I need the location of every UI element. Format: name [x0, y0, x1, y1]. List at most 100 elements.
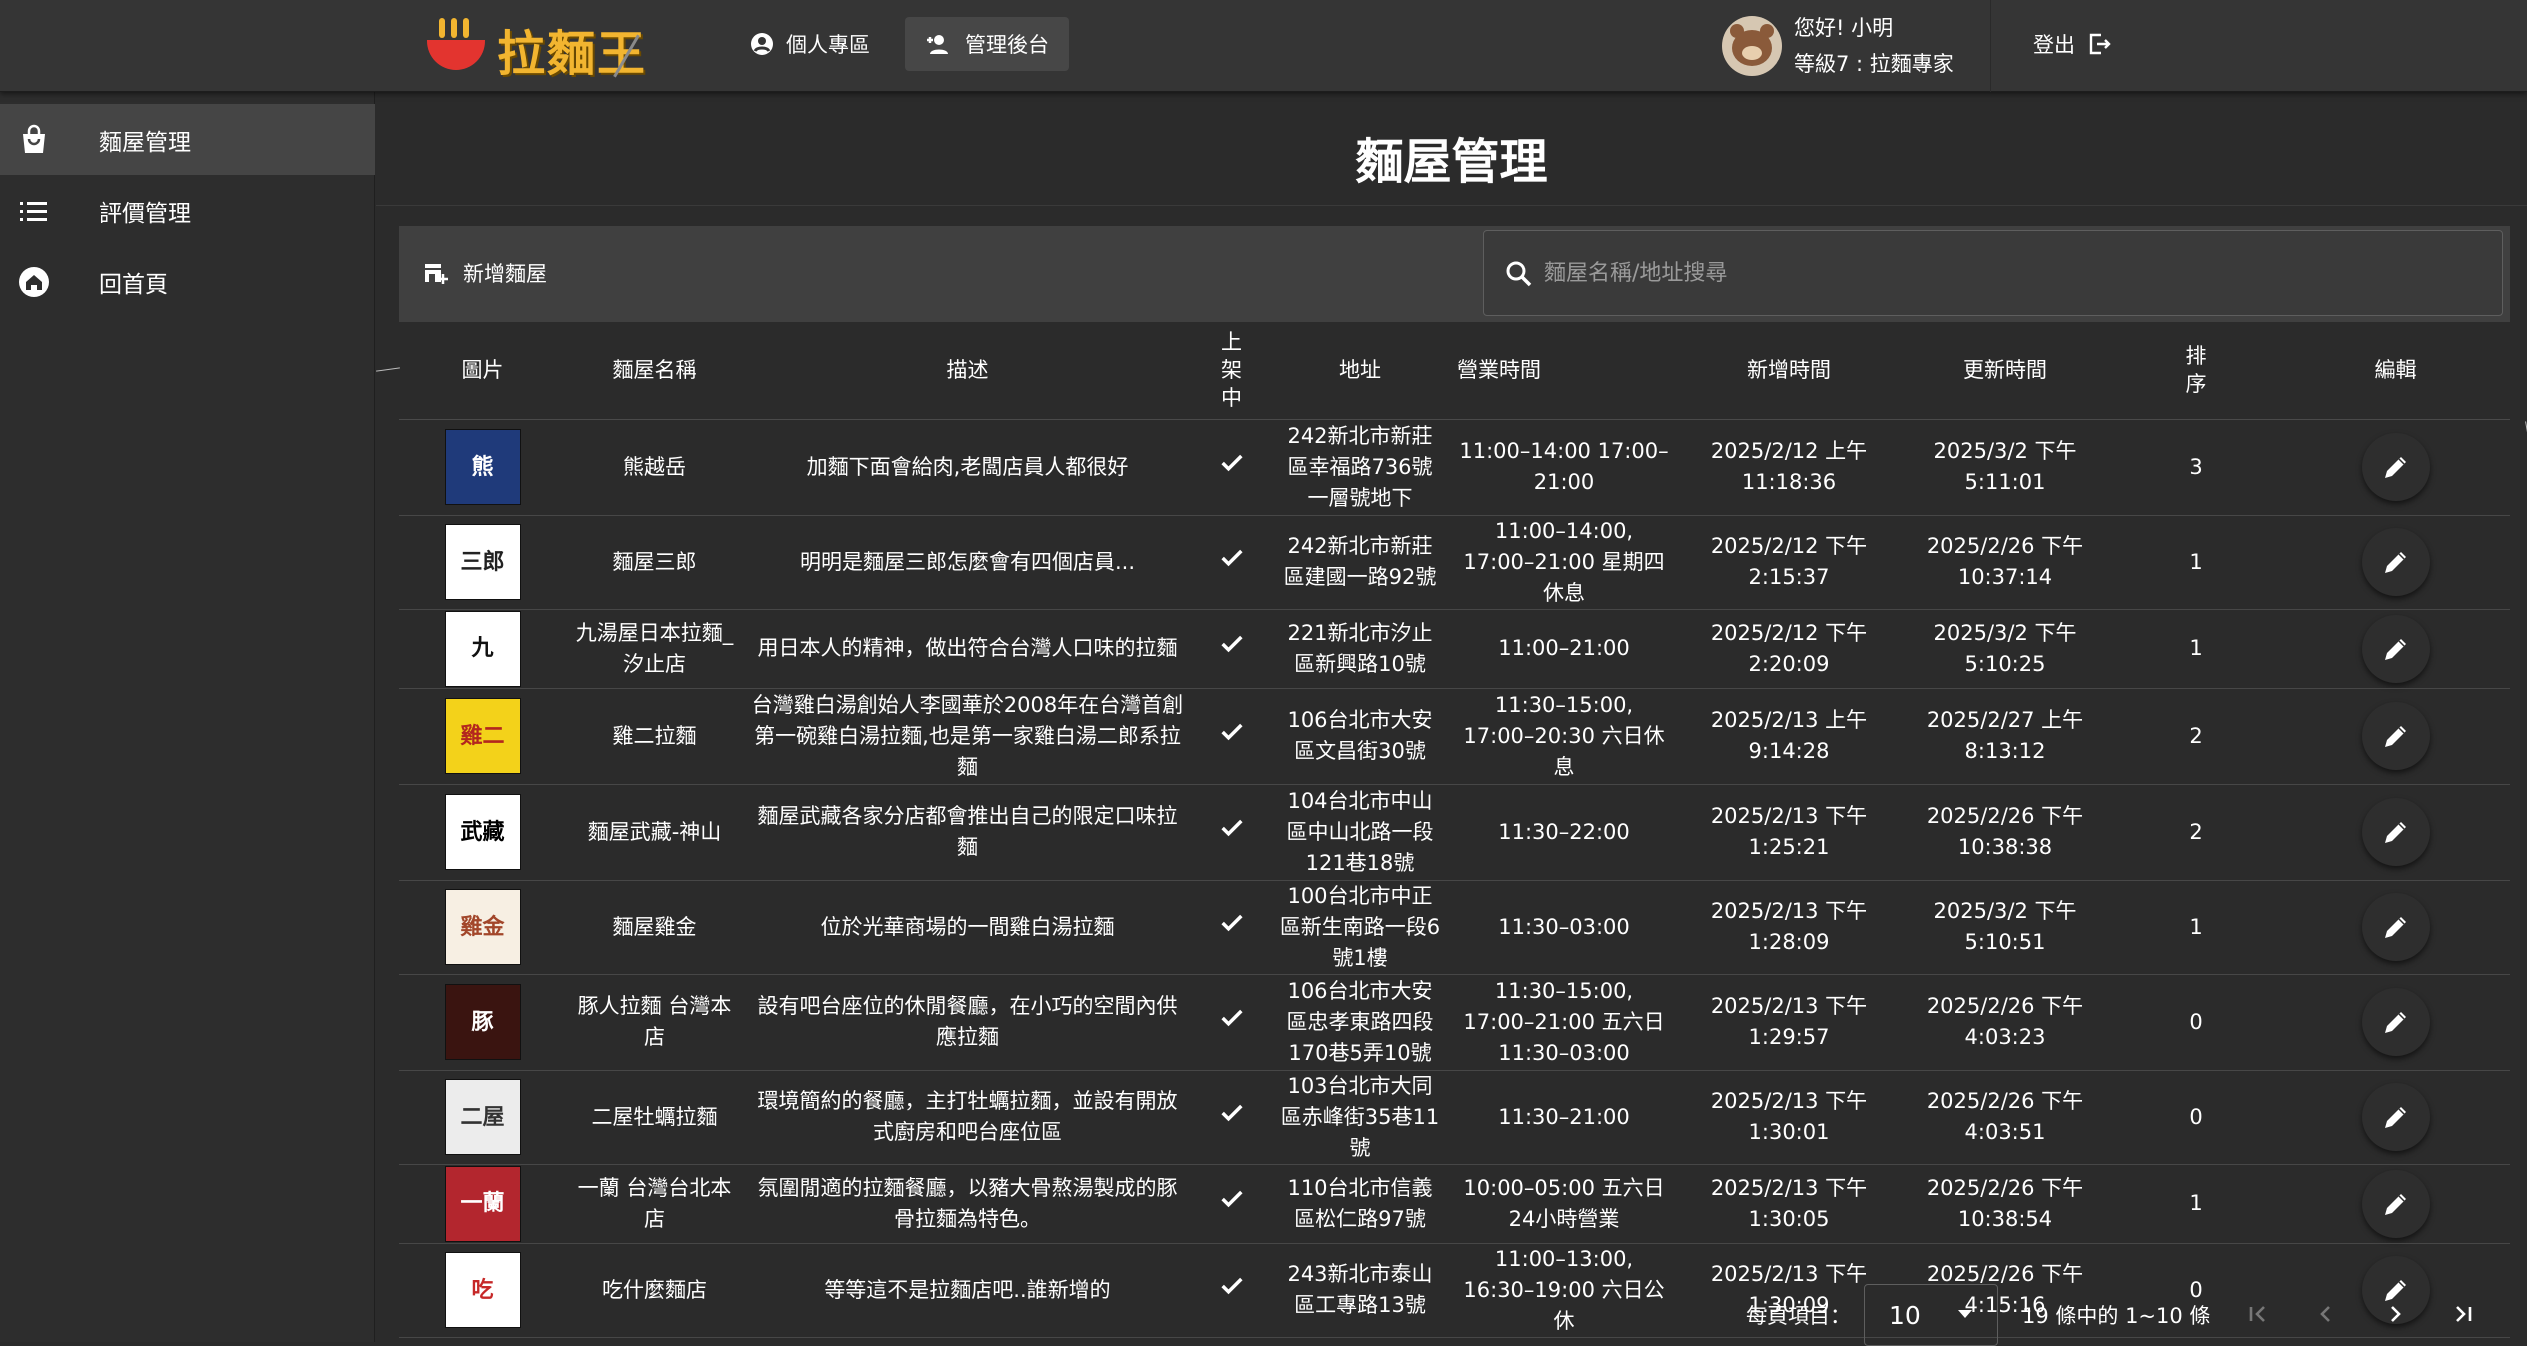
edit-button[interactable] — [2361, 988, 2430, 1056]
per-page-select[interactable]: 10 — [1864, 1284, 1998, 1346]
table-row: 九 九湯屋日本拉麵_汐止店 用日本人的精神，做出符合台灣人口味的拉麵 221新北市汐止… — [399, 609, 2510, 689]
pencil-icon — [2384, 917, 2406, 938]
cell-created: 2025/2/12 下午2:20:09 — [1679, 609, 1899, 689]
shop-thumbnail[interactable]: 二屋 — [444, 1079, 521, 1155]
col-header-hours[interactable]: 營業時間 — [1449, 322, 1679, 420]
shop-thumbnail[interactable]: 雞金 — [444, 889, 521, 965]
cell-desc: 設有吧台座位的休閒餐廳，在小巧的空間內供應拉麵 — [743, 974, 1192, 1071]
pencil-icon — [2384, 1012, 2406, 1033]
cell-updated: 2025/2/26 下午4:03:23 — [1899, 974, 2111, 1071]
thumbnail-mark: 一蘭 — [460, 1191, 505, 1216]
col-header-created[interactable]: 新增時間 — [1679, 322, 1899, 420]
nav-personal-button[interactable]: 個人專區 — [730, 17, 890, 71]
search-input[interactable] — [1544, 251, 2464, 295]
col-header-name[interactable]: 麵屋名稱 — [566, 322, 743, 420]
table-header-row: 圖片 麵屋名稱 描述 上架中 地址 營業時間 新增時間 更新時間 排序 編輯 — [399, 322, 2510, 420]
thumbnail-mark: 武藏 — [460, 819, 505, 845]
cell-name: 一蘭 台灣台北本店 — [566, 1164, 743, 1244]
cell-created: 2025/2/13 下午1:30:05 — [1679, 1164, 1899, 1244]
main-content: 麵屋管理 新增麵屋 圖片 麵屋名稱 描述 上架中 地址 營業時間 新增時間 更新… — [376, 92, 2527, 1346]
logo-steam-mark — [463, 18, 469, 38]
pencil-icon — [2384, 1193, 2406, 1215]
pencil-icon — [2384, 638, 2406, 660]
logout-button[interactable]: 登出 — [2015, 17, 2129, 71]
sidebar-item-home[interactable]: 回首頁 — [0, 246, 375, 317]
table-row: 二屋 二屋牡蠣拉麵 環境簡約的餐廳，主打牡蠣拉麵，並設有開放式廚房和吧台座位區 103… — [399, 1070, 2510, 1165]
add-shop-button[interactable]: 新增麵屋 — [417, 244, 553, 302]
cell-published — [1192, 974, 1271, 1071]
edit-button[interactable] — [2361, 1169, 2430, 1238]
edit-button[interactable] — [2361, 798, 2430, 866]
app-logo[interactable]: 拉麵王 — [425, 14, 655, 82]
cell-address: 104台北市中山區中山北路一段121巷18號 — [1271, 784, 1449, 881]
cell-image: 九 — [399, 609, 566, 689]
cell-published — [1192, 688, 1271, 785]
col-header-image[interactable]: 圖片 — [399, 322, 566, 420]
shop-thumbnail[interactable]: 武藏 — [444, 794, 521, 870]
first-page-button[interactable] — [2234, 1290, 2282, 1338]
shop-thumbnail[interactable]: 三郎 — [444, 524, 521, 600]
search-field[interactable] — [1483, 230, 2503, 316]
sidebar: 麵屋管理 評價管理 回首頁 — [0, 92, 375, 1342]
next-page-button[interactable] — [2371, 1290, 2419, 1338]
cell-address: 106台北市大安區忠孝東路四段170巷5弄10號 — [1271, 974, 1449, 1071]
cell-edit — [2281, 880, 2510, 975]
user-info[interactable]: 您好! 小明 等級7 : 拉麵專家 — [1722, 8, 1954, 84]
col-header-edit[interactable]: 編輯 — [2281, 322, 2510, 420]
cell-order: 1 — [2111, 515, 2281, 610]
table-row: 雞二 雞二拉麵 台灣雞白湯創始人李國華於2008年在台灣首創第一碗雞白湯拉麵,也是第… — [399, 688, 2510, 785]
sidebar-item-shops[interactable]: 麵屋管理 — [0, 104, 375, 175]
cell-hours: 11:30–21:00 — [1449, 1070, 1679, 1165]
cell-hours: 11:00–14:00, 17:00–21:00 星期四休息 — [1449, 515, 1679, 610]
user-level: 等級7 : 拉麵專家 — [1794, 52, 1954, 76]
avatar — [1722, 16, 1782, 76]
col-header-address[interactable]: 地址 — [1271, 322, 1449, 420]
cell-created: 2025/2/13 下午1:30:01 — [1679, 1070, 1899, 1165]
table-toolbar: 新增麵屋 — [399, 226, 2510, 322]
last-page-button[interactable] — [2439, 1290, 2487, 1338]
shop-thumbnail[interactable]: 熊 — [444, 429, 521, 505]
nav-personal-label: 個人專區 — [786, 33, 870, 57]
col-header-updated[interactable]: 更新時間 — [1899, 322, 2111, 420]
col-header-desc[interactable]: 描述 — [743, 322, 1192, 420]
cell-hours: 11:30–03:00 — [1449, 880, 1679, 975]
chevron-right-icon — [2391, 1306, 2401, 1322]
edit-button[interactable] — [2361, 702, 2430, 770]
cell-created: 2025/2/13 下午1:29:57 — [1679, 974, 1899, 1071]
cell-address: 106台北市大安區文昌街30號 — [1271, 688, 1449, 785]
add-shop-label: 新增麵屋 — [463, 262, 547, 286]
nav-admin-label: 管理後台 — [965, 33, 1049, 57]
thumbnail-mark: 二屋 — [460, 1104, 505, 1130]
sidebar-item-reviews[interactable]: 評價管理 — [0, 175, 375, 246]
shop-thumbnail[interactable]: 雞二 — [444, 698, 521, 774]
edit-button[interactable] — [2361, 893, 2430, 961]
col-header-published[interactable]: 上架中 — [1192, 322, 1271, 420]
shop-thumbnail[interactable]: 豚 — [444, 984, 521, 1060]
shop-thumbnail[interactable]: 九 — [444, 610, 521, 687]
cell-published — [1192, 784, 1271, 881]
cell-hours: 11:30–15:00, 17:00–20:30 六日休息 — [1449, 688, 1679, 785]
edit-button[interactable] — [2361, 614, 2430, 683]
thumbnail-mark: 雞二 — [460, 723, 505, 749]
title-divider — [376, 205, 2527, 206]
col-header-order[interactable]: 排序 — [2111, 322, 2281, 420]
edit-button[interactable] — [2361, 433, 2430, 501]
cell-published — [1192, 1164, 1271, 1244]
list-icon — [20, 202, 47, 221]
per-page-value: 10 — [1889, 1301, 1921, 1330]
page-title: 麵屋管理 — [1355, 134, 1548, 190]
cell-hours: 11:30–22:00 — [1449, 784, 1679, 881]
edit-button[interactable] — [2361, 1083, 2430, 1151]
cell-desc: 環境簡約的餐廳，主打牡蠣拉麵，並設有開放式廚房和吧台座位區 — [743, 1070, 1192, 1165]
cell-name: 九湯屋日本拉麵_汐止店 — [566, 609, 743, 689]
cell-order: 0 — [2111, 1070, 2281, 1165]
shop-thumbnail[interactable]: 一蘭 — [444, 1165, 521, 1242]
prev-page-button[interactable] — [2302, 1290, 2350, 1338]
cell-order: 1 — [2111, 1164, 2281, 1244]
nav-admin-button[interactable]: 管理後台 — [905, 17, 1069, 71]
edit-button[interactable] — [2361, 528, 2430, 596]
table-row: 一蘭 一蘭 台灣台北本店 氛圍閒適的拉麵餐廳，以豬大骨熬湯製成的豚骨拉麵為特色。 11… — [399, 1164, 2510, 1244]
cell-edit — [2281, 688, 2510, 785]
cell-created: 2025/2/13 下午1:25:21 — [1679, 784, 1899, 881]
cell-edit — [2281, 1164, 2510, 1244]
